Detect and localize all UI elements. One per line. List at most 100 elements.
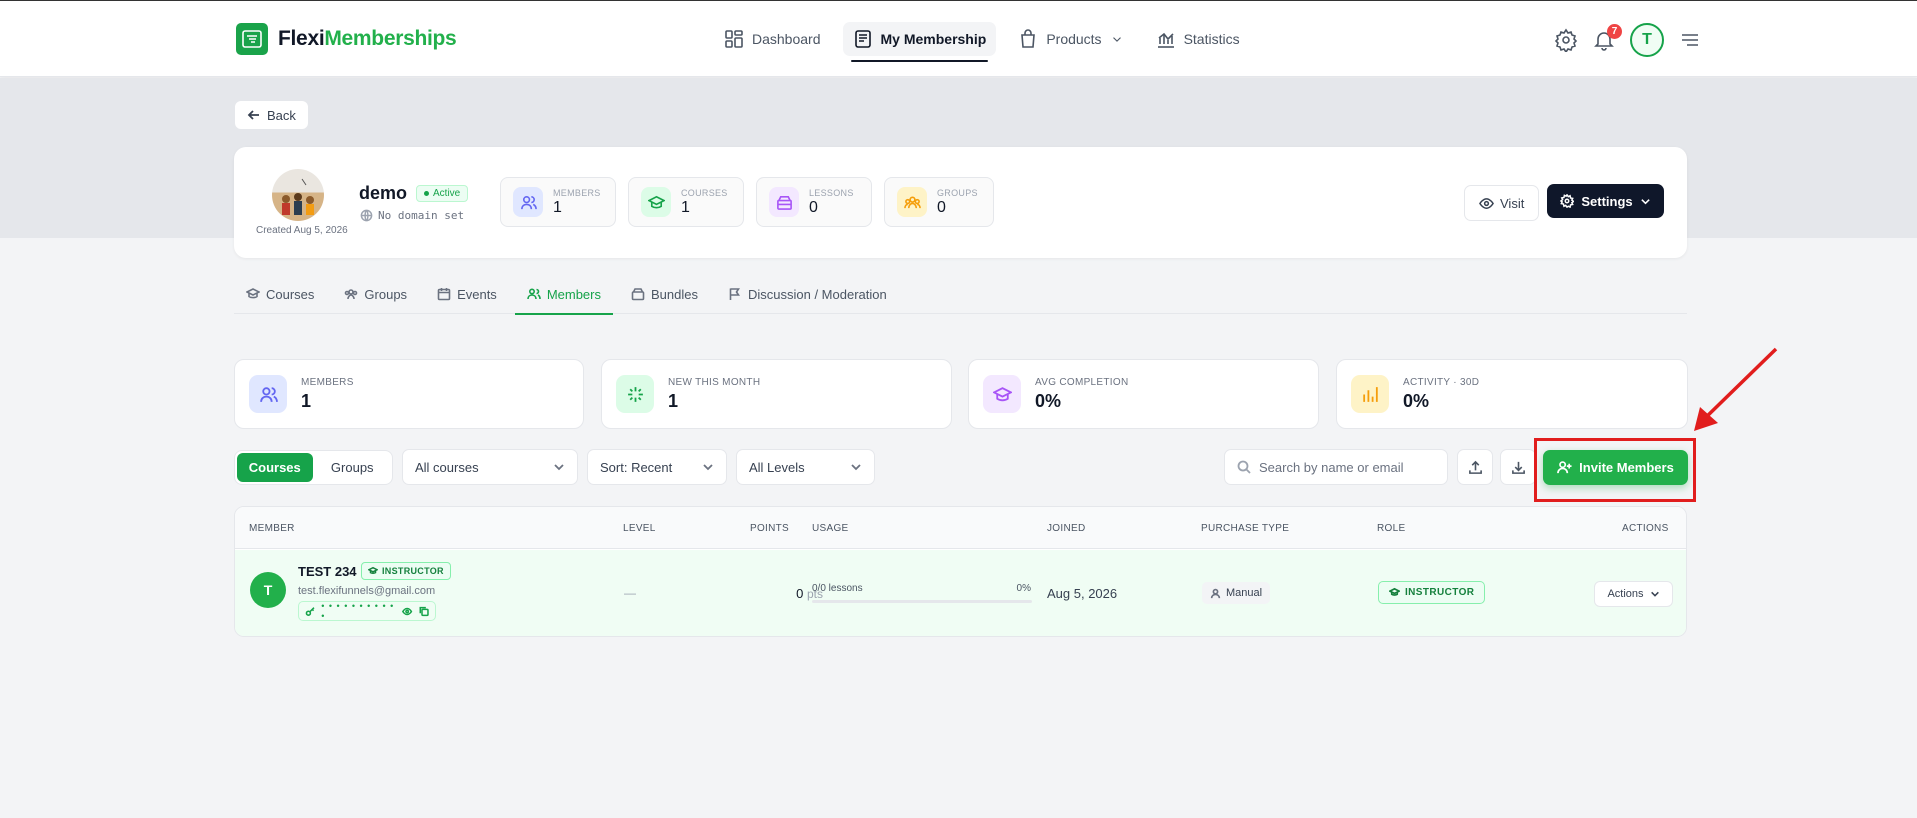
- table-row[interactable]: T TEST 234 INSTRUCTOR test.flexifunnels@…: [235, 550, 1686, 636]
- membership-thumbnail[interactable]: [272, 169, 324, 221]
- joined-date: Aug 5, 2026: [1047, 586, 1118, 601]
- row-actions-button[interactable]: Actions: [1594, 581, 1673, 607]
- gear-icon: [1554, 28, 1578, 52]
- notification-count-badge: 7: [1607, 24, 1622, 39]
- user-icon: [1210, 588, 1221, 598]
- col-level: LEVEL: [623, 523, 656, 534]
- box-icon: [631, 288, 645, 301]
- instructor-badge-label: INSTRUCTOR: [382, 566, 444, 576]
- nav-products-label: Products: [1046, 31, 1102, 47]
- tab-events[interactable]: Events: [425, 274, 509, 314]
- nav-dashboard[interactable]: Dashboard: [714, 22, 831, 56]
- notifications-button[interactable]: 7: [1592, 24, 1622, 52]
- stat-value: 0: [809, 198, 818, 216]
- users-icon: [249, 375, 287, 413]
- col-usage: USAGE: [812, 523, 849, 534]
- stat-label: COURSES: [681, 187, 728, 198]
- settings-gear-button[interactable]: [1554, 28, 1578, 52]
- kpi-label: NEW THIS MONTH: [668, 376, 761, 388]
- menu-icon: [1682, 34, 1698, 46]
- box-icon: [769, 187, 799, 217]
- dashboard-icon: [725, 30, 743, 48]
- tab-courses[interactable]: Courses: [234, 274, 326, 314]
- membership-title: demo: [359, 183, 408, 203]
- main-nav: Dashboard My Membership Products Statist…: [714, 22, 1250, 62]
- visit-button[interactable]: Visit: [1464, 185, 1540, 221]
- nav-statistics[interactable]: Statistics: [1146, 22, 1250, 56]
- usage-progress-bar: [812, 600, 1032, 603]
- col-purchase-type: PURCHASE TYPE: [1201, 523, 1290, 534]
- level-select[interactable]: All Levels: [736, 449, 875, 485]
- membership-icon: [854, 30, 871, 48]
- kpi-avg-completion: AVG COMPLETION 0%: [968, 359, 1319, 429]
- upload-button[interactable]: [1457, 449, 1493, 485]
- row-actions-label: Actions: [1607, 588, 1644, 600]
- member-level: —: [624, 586, 636, 600]
- download-icon: [1511, 461, 1525, 474]
- chevron-down-icon: [1650, 591, 1659, 597]
- menu-button[interactable]: [1678, 28, 1702, 52]
- annotation-arrow-icon: [1694, 347, 1778, 431]
- purchase-type-badge: Manual: [1202, 582, 1271, 604]
- nav-products[interactable]: Products: [1008, 22, 1133, 56]
- graduation-cap-icon: [246, 288, 260, 299]
- toggle-courses[interactable]: Courses: [237, 453, 313, 482]
- course-filter-value: All courses: [415, 459, 479, 475]
- tab-groups[interactable]: Groups: [332, 274, 419, 314]
- tab-discussion-moderation[interactable]: Discussion / Moderation: [716, 274, 899, 314]
- user-avatar[interactable]: T: [1630, 23, 1664, 57]
- member-name[interactable]: TEST 234: [298, 564, 357, 579]
- level-value: All Levels: [749, 459, 805, 475]
- globe-icon: [360, 209, 373, 222]
- sort-select[interactable]: Sort: Recent: [587, 449, 727, 485]
- invite-members-button[interactable]: Invite Members: [1543, 450, 1688, 485]
- search-input[interactable]: [1259, 459, 1429, 475]
- tab-bundles[interactable]: Bundles: [619, 274, 710, 314]
- nav-dashboard-label: Dashboard: [752, 31, 821, 47]
- graduation-cap-icon: [368, 566, 378, 575]
- password-field: • • • • • • • • • • •: [298, 601, 436, 621]
- chevron-down-icon: [554, 464, 564, 471]
- stat-label: GROUPS: [937, 187, 978, 198]
- eye-icon[interactable]: [402, 606, 413, 617]
- chevron-down-icon: [851, 464, 861, 471]
- col-role: ROLE: [1377, 523, 1406, 534]
- brand-name-part2: Memberships: [324, 27, 457, 50]
- tab-members[interactable]: Members: [514, 274, 614, 315]
- membership-tabs: Courses Groups Events Members Bundles Di…: [234, 274, 1687, 315]
- col-joined: JOINED: [1047, 523, 1086, 534]
- back-button[interactable]: Back: [234, 100, 309, 130]
- settings-button[interactable]: Settings: [1547, 184, 1664, 218]
- invite-members-label: Invite Members: [1579, 460, 1674, 475]
- chart-icon: [1157, 32, 1174, 48]
- password-mask: • • • • • • • • • • •: [321, 601, 395, 621]
- instructor-badge: INSTRUCTOR: [361, 562, 451, 580]
- top-navbar: FlexiMemberships Dashboard My Membership…: [0, 0, 1917, 77]
- kpi-label: MEMBERS: [301, 376, 354, 388]
- eye-icon: [1479, 197, 1494, 209]
- toggle-groups[interactable]: Groups: [315, 453, 391, 482]
- nav-statistics-label: Statistics: [1183, 31, 1240, 47]
- sparkles-icon: [616, 375, 654, 413]
- col-actions: ACTIONS: [1622, 523, 1669, 534]
- graduation-cap-icon: [1389, 587, 1400, 596]
- members-table: MEMBER LEVEL POINTS USAGE JOINED PURCHAS…: [234, 506, 1687, 637]
- copy-icon[interactable]: [419, 606, 429, 617]
- arrow-left-icon: [247, 110, 259, 120]
- app-logo[interactable]: FlexiMemberships: [236, 23, 457, 55]
- nav-my-membership[interactable]: My Membership: [842, 22, 997, 62]
- kpi-value: 0%: [1403, 390, 1430, 411]
- role-badge: INSTRUCTOR: [1378, 581, 1486, 604]
- stat-groups: GROUPS 0: [884, 177, 994, 227]
- course-filter-select[interactable]: All courses: [402, 449, 578, 485]
- stat-value: 1: [681, 198, 690, 216]
- gear-icon: [1560, 194, 1575, 208]
- download-button[interactable]: [1500, 449, 1536, 485]
- stat-courses: COURSES 1: [628, 177, 744, 227]
- key-icon: [305, 606, 315, 616]
- calendar-icon: [437, 288, 451, 301]
- visit-label: Visit: [1500, 195, 1525, 211]
- stat-value: 0: [937, 198, 946, 216]
- col-points: POINTS: [750, 523, 790, 534]
- graduation-cap-icon: [641, 187, 671, 217]
